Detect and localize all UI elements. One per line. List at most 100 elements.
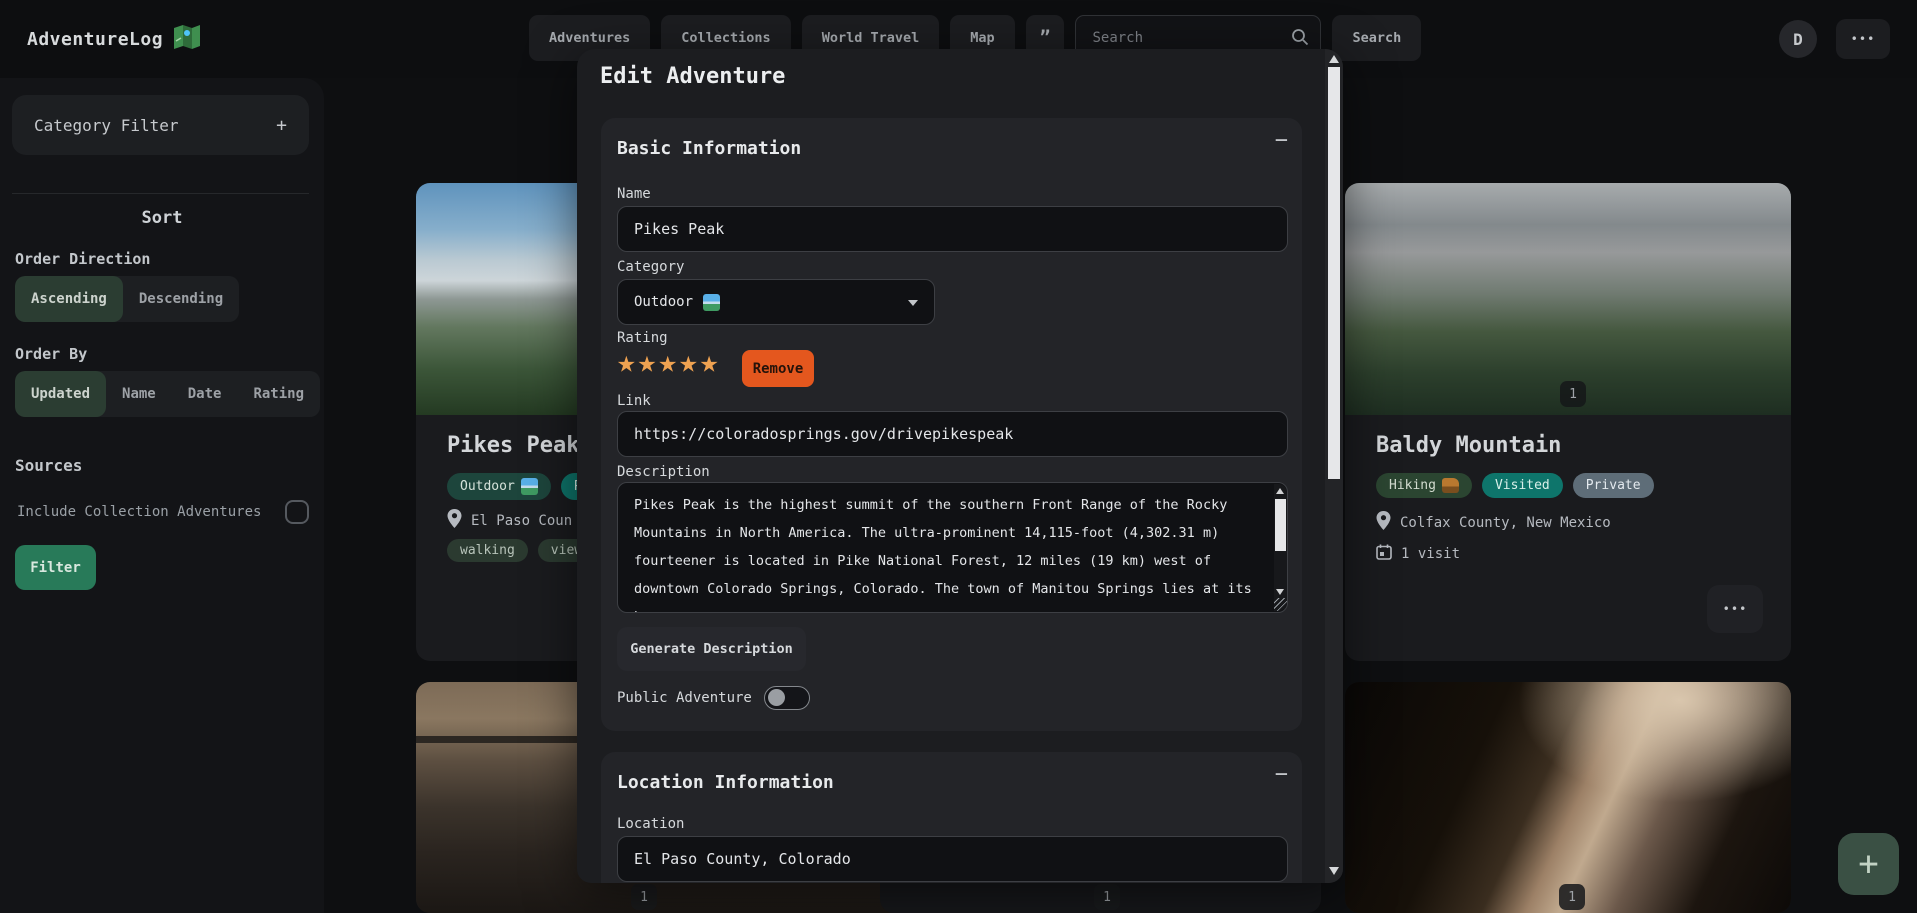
location-label: Location — [617, 816, 684, 832]
location-row: El Paso Coun — [447, 509, 572, 532]
order-direction-segmented-control: Ascending Descending — [15, 276, 239, 322]
star-icon[interactable]: ★ — [638, 344, 659, 380]
textarea-scrollbar[interactable] — [1274, 484, 1287, 611]
logo[interactable]: AdventureLog — [27, 24, 201, 54]
category-filter-expander[interactable]: Category Filter + — [12, 95, 309, 155]
category-badge-label: Outdoor — [460, 479, 515, 494]
filter-button[interactable]: Filter — [15, 545, 96, 590]
public-adventure-row: Public Adventure — [617, 686, 810, 710]
badge-row: Hiking 🥾 Visited Private — [1376, 473, 1654, 498]
image-count-badge: 1 — [631, 884, 657, 910]
direction-ascending-button[interactable]: Ascending — [15, 276, 123, 322]
sort-heading: Sort — [0, 208, 324, 228]
description-label: Description — [617, 464, 710, 480]
scroll-up-icon[interactable] — [1276, 488, 1284, 494]
search-icon — [1291, 28, 1309, 50]
calendar-icon — [1376, 544, 1392, 564]
image-count-badge: 1 — [1559, 884, 1585, 910]
scroll-down-icon[interactable] — [1276, 589, 1284, 595]
name-label: Name — [617, 186, 651, 202]
scrollbar-thumb[interactable] — [1275, 499, 1286, 551]
badge-row: Outdoor 🏞️ P — [447, 473, 595, 500]
include-collections-row: Include Collection Adventures — [17, 500, 309, 524]
boot-emoji-icon: 🥾 — [1442, 478, 1459, 493]
avatar[interactable]: D — [1779, 20, 1817, 58]
location-text: El Paso Coun — [471, 513, 572, 529]
sources-heading: Sources — [15, 456, 82, 475]
link-field[interactable] — [617, 411, 1288, 457]
image-count-badge: 1 — [1560, 381, 1586, 407]
search-button[interactable]: Search — [1332, 15, 1421, 61]
rating-stars[interactable]: ★★★★★ — [617, 347, 720, 378]
orderby-rating-button[interactable]: Rating — [237, 371, 320, 417]
category-label: Category — [617, 259, 684, 275]
category-badge: Hiking 🥾 — [1376, 473, 1472, 498]
category-badge-label: Hiking — [1389, 478, 1436, 493]
location-information-heading: Location Information — [617, 772, 834, 793]
orderby-updated-button[interactable]: Updated — [15, 371, 106, 417]
location-pin-icon — [447, 509, 462, 532]
filter-sidebar: Category Filter + Sort Order Direction A… — [0, 78, 324, 913]
tag: walking — [447, 539, 528, 562]
category-badge: Outdoor 🏞️ — [447, 473, 551, 500]
collapse-section-button[interactable]: − — [1275, 762, 1288, 787]
private-badge: Private — [1573, 473, 1654, 498]
order-direction-label: Order Direction — [15, 250, 150, 268]
sidebar-divider — [12, 193, 309, 194]
landscape-emoji-icon: 🏞️ — [521, 478, 538, 495]
scrollbar-thumb[interactable] — [1328, 67, 1340, 479]
category-selected-value: Outdoor — [634, 294, 693, 310]
visited-badge: Visited — [1482, 473, 1563, 498]
generate-description-button[interactable]: Generate Description — [617, 627, 806, 671]
include-collections-label: Include Collection Adventures — [17, 504, 261, 520]
expand-plus-icon: + — [276, 115, 287, 136]
order-by-label: Order By — [15, 345, 87, 363]
toggle-knob — [768, 689, 785, 706]
adventurelog-app: AdventureLog Adventures Collections Worl… — [0, 0, 1917, 913]
collapse-section-button[interactable]: − — [1275, 128, 1288, 153]
category-filter-label: Category Filter — [34, 116, 179, 135]
remove-rating-button[interactable]: Remove — [742, 350, 814, 387]
image-count-badge: 1 — [1094, 884, 1120, 910]
location-row: Colfax County, New Mexico — [1376, 511, 1611, 534]
link-label: Link — [617, 393, 651, 409]
star-icon[interactable]: ★ — [658, 344, 679, 380]
direction-descending-button[interactable]: Descending — [123, 276, 239, 322]
chevron-down-icon — [908, 300, 918, 306]
order-by-segmented-control: Updated Name Date Rating — [15, 371, 320, 417]
card-title: Pikes Peak — [447, 433, 579, 458]
modal-scrollbar[interactable] — [1325, 49, 1343, 883]
category-select[interactable]: Outdoor 🏞️ — [617, 279, 935, 325]
modal-title: Edit Adventure — [600, 64, 785, 89]
description-textarea[interactable]: Pikes Peak is the highest summit of the … — [617, 482, 1288, 613]
logo-text: AdventureLog — [27, 29, 163, 50]
orderby-name-button[interactable]: Name — [106, 371, 172, 417]
location-field[interactable] — [617, 836, 1288, 882]
adventure-card-baldy-mountain[interactable]: 1 Baldy Mountain Hiking 🥾 Visited Privat… — [1345, 183, 1791, 661]
location-text: Colfax County, New Mexico — [1400, 515, 1611, 531]
card-overflow-menu-button[interactable]: ••• — [1707, 585, 1763, 633]
public-adventure-toggle[interactable] — [764, 686, 810, 710]
adventure-card-dunes[interactable] — [1345, 682, 1791, 913]
location-information-section: Location Information − Location — [601, 752, 1302, 883]
public-adventure-label: Public Adventure — [617, 690, 752, 706]
scroll-up-icon[interactable] — [1329, 55, 1339, 63]
star-icon[interactable]: ★ — [617, 344, 638, 380]
basic-information-heading: Basic Information — [617, 138, 801, 159]
card-title: Baldy Mountain — [1376, 433, 1561, 458]
visits-row: 1 visit — [1376, 544, 1460, 564]
add-adventure-fab-button[interactable]: + — [1838, 833, 1899, 895]
navbar-overflow-menu-button[interactable]: ••• — [1836, 19, 1890, 59]
dunes-photo — [1345, 682, 1791, 913]
edit-adventure-modal: Edit Adventure Basic Information − Name … — [577, 49, 1343, 883]
name-field[interactable] — [617, 206, 1288, 252]
visits-text: 1 visit — [1401, 546, 1460, 562]
scroll-down-icon[interactable] — [1329, 867, 1339, 875]
orderby-date-button[interactable]: Date — [172, 371, 238, 417]
star-icon[interactable]: ★ — [700, 344, 721, 380]
map-logo-icon — [173, 24, 201, 54]
basic-information-section: Basic Information − Name Category Outdoo… — [601, 118, 1302, 731]
landscape-emoji-icon: 🏞️ — [703, 294, 720, 311]
include-collections-checkbox[interactable] — [285, 500, 309, 524]
star-icon[interactable]: ★ — [679, 344, 700, 380]
